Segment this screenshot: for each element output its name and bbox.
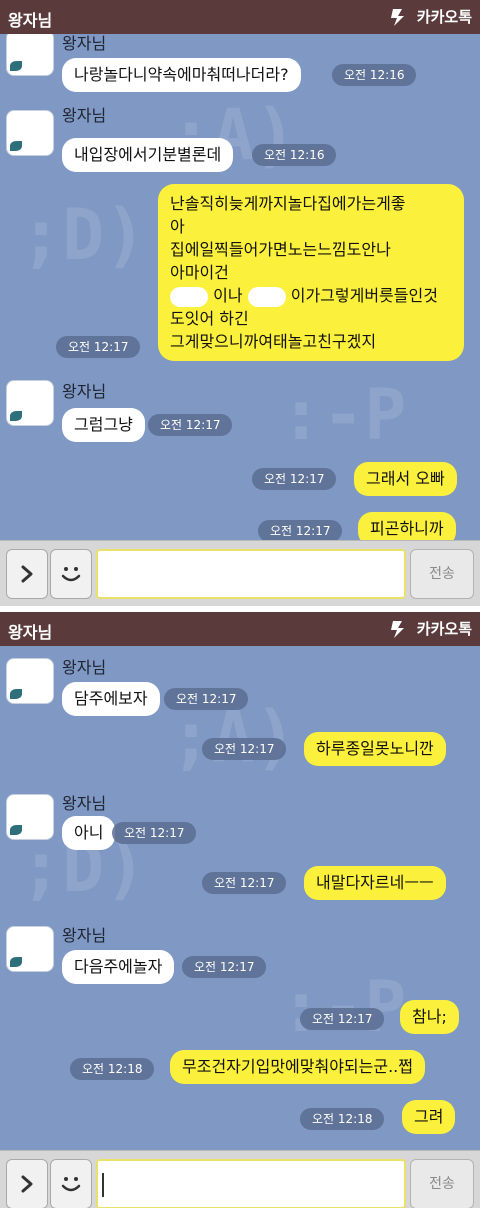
chat-title: 왕자님 (8, 623, 53, 642)
message-bubble[interactable]: 그려 (402, 1100, 456, 1134)
redacted-name (247, 286, 286, 307)
sender-name: 왕자님 (62, 926, 107, 945)
message-input[interactable] (96, 1159, 406, 1208)
message-line: 집에일찍들어가면노는느낌도안나 (170, 240, 391, 259)
message-input[interactable] (96, 549, 406, 599)
chat-header: 왕자님 카카오톡 (0, 0, 480, 34)
redacted-name (170, 286, 208, 307)
message-bubble[interactable]: 내입장에서기분별론데 (62, 138, 234, 172)
message-bubble[interactable]: 난솔직히늦게까지놀다집에가는게좋 아 집에일찍들어가면노는느낌도안나 아마이건 … (158, 184, 464, 361)
message-time: 오전 12:17 (202, 872, 287, 894)
expand-button[interactable] (6, 549, 48, 599)
sender-name: 왕자님 (62, 658, 107, 677)
message-line: 도잇어 하긴 (170, 309, 249, 328)
message-bubble[interactable]: 참나; (400, 1000, 459, 1034)
message-time: 오전 12:17 (112, 822, 197, 844)
kakao-logo-icon (390, 620, 404, 638)
background-emoticon: :-P (280, 374, 407, 456)
sender-name: 왕자님 (62, 794, 107, 813)
message-list[interactable]: ;A) ;D) :-P 왕자님 담주에보자 오전 12:17 오전 12:17 … (0, 646, 480, 1150)
message-bubble[interactable]: 다음주에놀자 (62, 950, 175, 984)
message-line: 아마이건 (170, 263, 229, 282)
message-bubble[interactable]: 무조건자기입맛에맞춰야되는군..쩝 (170, 1050, 425, 1084)
avatar[interactable] (6, 34, 54, 76)
message-bubble[interactable]: 아니 (62, 816, 116, 850)
message-time: 오전 12:17 (258, 520, 343, 540)
message-time: 오전 12:17 (56, 336, 141, 358)
message-bubble[interactable]: 하루종일못노니깐 (304, 732, 446, 766)
chevron-right-icon (21, 565, 33, 583)
smiley-icon (61, 1177, 81, 1192)
chat-screen-1: 왕자님 카카오톡 ;A) ;D) :-P 왕자님 나랑놀다니약속에마춰떠나더라?… (0, 0, 480, 606)
avatar[interactable] (6, 926, 54, 972)
message-time: 오전 12:18 (70, 1058, 155, 1080)
brand-label: 카카오톡 (416, 8, 472, 26)
message-time: 오전 12:16 (252, 144, 337, 166)
chat-screen-2: 왕자님 카카오톡 ;A) ;D) :-P 왕자님 담주에보자 오전 12:17 … (0, 612, 480, 1208)
expand-button[interactable] (6, 1159, 48, 1208)
chat-title: 왕자님 (8, 11, 53, 30)
message-line: 이나 이가그렇게버릇들인것 (170, 284, 452, 307)
input-bar: 전송 (0, 540, 480, 606)
avatar[interactable] (6, 380, 54, 426)
message-bubble[interactable]: 그래서 오빠 (354, 462, 457, 496)
brand-label: 카카오톡 (416, 620, 472, 638)
message-fragment: 이나 (213, 286, 243, 305)
avatar[interactable] (6, 110, 54, 156)
emoticon-button[interactable] (50, 1159, 92, 1208)
message-time: 오전 12:17 (148, 414, 233, 436)
message-line: 난솔직히늦게까지놀다집에가는게좋 (170, 194, 406, 213)
message-time: 오전 12:17 (182, 956, 267, 978)
sender-name: 왕자님 (62, 382, 107, 401)
message-bubble[interactable]: 담주에보자 (62, 682, 160, 716)
sender-name: 왕자님 (62, 34, 107, 53)
message-time: 오전 12:17 (164, 688, 249, 710)
message-list[interactable]: ;A) ;D) :-P 왕자님 나랑놀다니약속에마춰떠나더라? 오전 12:16… (0, 34, 480, 540)
message-line: 그게맞으니까여태놀고친구겠지 (170, 332, 377, 351)
message-time: 오전 12:17 (252, 468, 337, 490)
kakao-logo-icon (390, 8, 404, 26)
message-fragment: 이가그렇게버릇들인것 (290, 286, 438, 305)
send-button[interactable]: 전송 (410, 549, 474, 599)
brand: 카카오톡 (389, 618, 472, 639)
message-bubble[interactable]: 내말다자르네ㅡㅡ (304, 866, 446, 900)
chat-header: 왕자님 카카오톡 (0, 612, 480, 646)
message-line: 아 (170, 217, 185, 236)
background-emoticon: ;D) (20, 194, 147, 276)
message-bubble[interactable]: 그럼그냥 (62, 408, 145, 442)
brand: 카카오톡 (389, 6, 472, 27)
input-bar: 전송 (0, 1150, 480, 1208)
avatar[interactable] (6, 794, 54, 840)
sender-name: 왕자님 (62, 106, 107, 125)
message-time: 오전 12:16 (332, 64, 417, 86)
avatar[interactable] (6, 658, 54, 704)
chevron-right-icon (21, 1175, 33, 1193)
message-time: 오전 12:17 (300, 1008, 385, 1030)
message-time: 오전 12:17 (202, 738, 287, 760)
emoticon-button[interactable] (50, 549, 92, 599)
smiley-icon (61, 567, 81, 582)
text-cursor (102, 1173, 104, 1197)
message-bubble[interactable]: 피곤하니까 (358, 512, 456, 540)
message-bubble[interactable]: 나랑놀다니약속에마춰떠나더라? (62, 58, 301, 92)
message-time: 오전 12:18 (300, 1108, 385, 1130)
send-button[interactable]: 전송 (410, 1159, 474, 1208)
background-emoticon: :-P (280, 966, 407, 1048)
